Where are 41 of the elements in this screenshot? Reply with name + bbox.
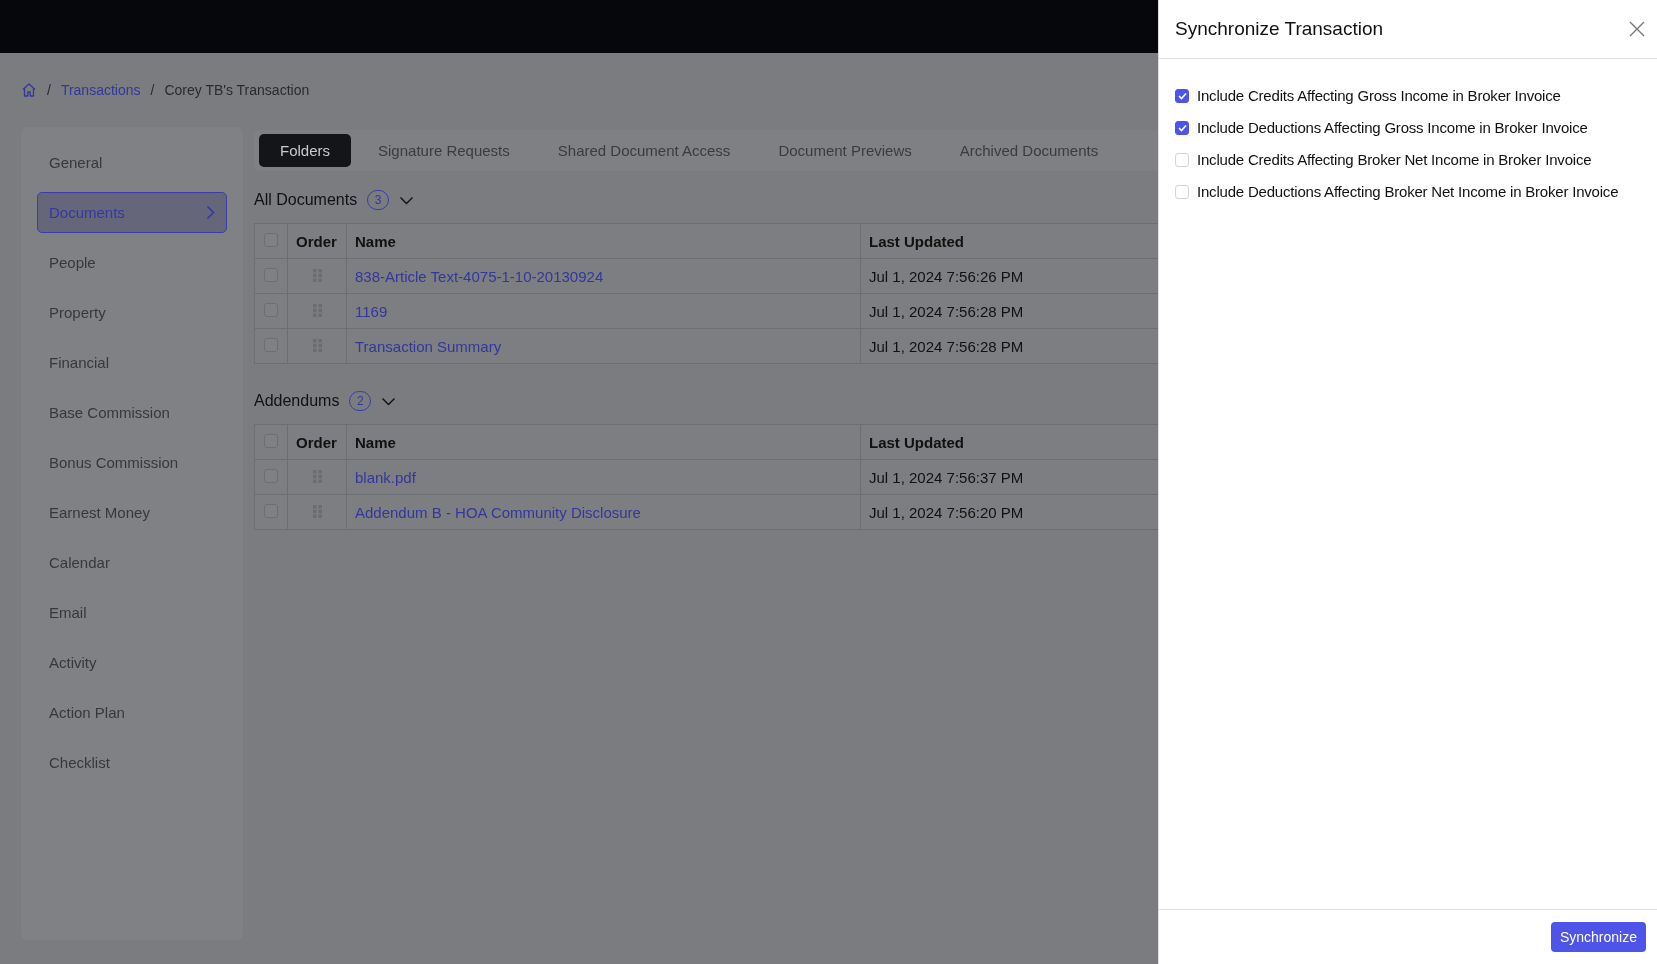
checkbox-label: Include Credits Affecting Broker Net Income in Broker Invoice: [1197, 151, 1592, 168]
checkbox[interactable]: [1175, 88, 1189, 103]
tab[interactable]: Document Previews: [757, 134, 933, 167]
checkbox-label: Include Credits Affecting Gross Income in Broker Invoice: [1197, 87, 1561, 104]
section-title: Addendums: [254, 392, 340, 410]
sidebar-item[interactable]: Email: [37, 592, 227, 633]
drawer-title: Synchronize Transaction: [1175, 18, 1384, 40]
column-header: Name: [346, 424, 861, 460]
home-icon[interactable]: [21, 82, 37, 98]
sidebar-item[interactable]: Calendar: [37, 542, 227, 583]
checkbox[interactable]: [1175, 120, 1189, 135]
tab[interactable]: Signature Requests: [357, 134, 531, 167]
section-title: All Documents: [254, 191, 358, 209]
breadcrumb-separator: /: [47, 82, 51, 98]
tab[interactable]: Archived Documents: [938, 134, 1120, 167]
synchronize-button[interactable]: Synchronize: [1550, 922, 1646, 952]
sidebar-item[interactable]: Property: [37, 292, 227, 333]
column-header: Order: [287, 223, 347, 259]
sidebar-item[interactable]: Action Plan: [37, 692, 227, 733]
document-link[interactable]: Transaction Summary: [355, 337, 502, 355]
document-link[interactable]: blank.pdf: [355, 468, 416, 486]
sidebar-item[interactable]: Activity: [37, 642, 227, 683]
close-icon[interactable]: [1629, 21, 1645, 37]
breadcrumb-separator: /: [150, 82, 155, 98]
checkbox-label: Include Deductions Affecting Gross Income in Broker Invoice: [1197, 119, 1588, 136]
sidebar-item[interactable]: General: [37, 142, 227, 183]
sidebar-item[interactable]: Financial: [37, 342, 227, 383]
column-header: Name: [346, 223, 861, 259]
column-header: Order: [287, 424, 347, 460]
sidebar-item[interactable]: Earnest Money: [37, 492, 227, 533]
sidebar-item[interactable]: Base Commission: [37, 392, 227, 433]
tab[interactable]: Folders: [259, 134, 352, 167]
breadcrumb-current: Corey TB's Transaction: [164, 82, 310, 98]
tab[interactable]: Shared Document Access: [536, 134, 752, 167]
checkbox-label: Include Deductions Affecting Broker Net Income in Broker Invoice: [1197, 183, 1619, 200]
sidebar-item[interactable]: Bonus Commission: [37, 442, 227, 483]
sidebar-item[interactable]: Checklist: [37, 742, 227, 783]
document-link[interactable]: 1169: [355, 302, 388, 320]
breadcrumb-link[interactable]: Transactions: [60, 82, 141, 98]
sidebar-item[interactable]: People: [37, 242, 227, 283]
chevron-right-icon: [206, 205, 215, 220]
